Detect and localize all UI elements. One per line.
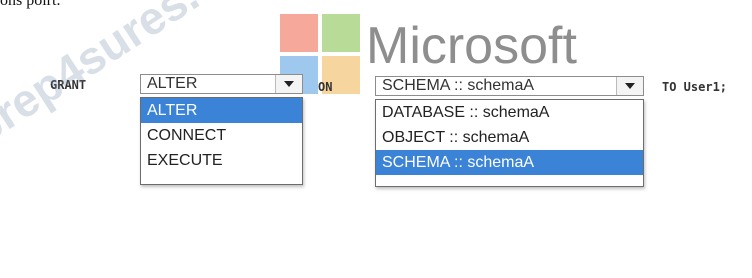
- to-user-clause: TO User1;: [662, 80, 728, 94]
- permission-option-execute[interactable]: EXECUTE: [141, 148, 302, 173]
- header-text-fragment: ons poirt.: [0, 0, 61, 9]
- scope-option-database[interactable]: DATABASE :: schemaA: [376, 100, 643, 125]
- chevron-down-icon: [284, 81, 294, 87]
- scope-options-list: DATABASE :: schemaA OBJECT :: schemaA SC…: [375, 99, 644, 187]
- permission-options-list: ALTER CONNECT EXECUTE: [140, 97, 303, 185]
- scope-selected-value: SCHEMA :: schemaA: [382, 77, 535, 94]
- scope-option-object[interactable]: OBJECT :: schemaA: [376, 125, 643, 150]
- scope-dropdown-button[interactable]: [616, 77, 643, 95]
- permission-dropdown[interactable]: ALTER: [140, 74, 303, 94]
- logo-green-square: [322, 14, 360, 52]
- chevron-down-icon: [625, 83, 635, 89]
- permission-option-connect[interactable]: CONNECT: [141, 123, 302, 148]
- permission-dropdown-button[interactable]: [275, 75, 302, 93]
- microsoft-wordmark-watermark: Microsoft: [366, 17, 577, 75]
- on-keyword: ON: [318, 80, 333, 94]
- permission-option-alter[interactable]: ALTER: [141, 98, 302, 123]
- permission-selected-value: ALTER: [147, 75, 198, 92]
- scope-option-schema[interactable]: SCHEMA :: schemaA: [376, 150, 643, 175]
- logo-red-square: [280, 14, 318, 52]
- scope-dropdown[interactable]: SCHEMA :: schemaA: [375, 76, 644, 96]
